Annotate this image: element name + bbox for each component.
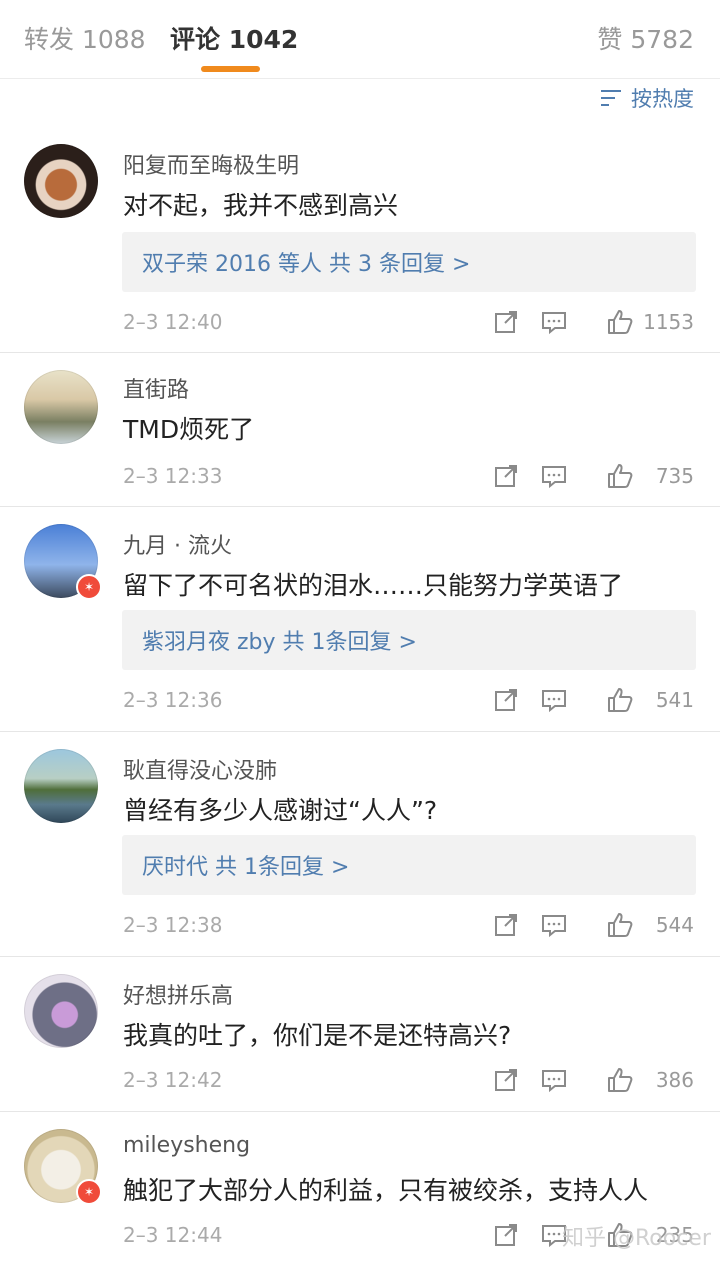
- comment-meta: 2–3 12:38 544: [123, 911, 694, 941]
- like-count: 544: [655, 913, 694, 937]
- comment-icon[interactable]: [540, 911, 568, 939]
- watermark-text: 知乎 @Roocer: [562, 1226, 711, 1251]
- share-icon[interactable]: [492, 686, 520, 714]
- thumbs-up-icon[interactable]: [606, 462, 634, 490]
- comment-author[interactable]: 耿直得没心没肺: [123, 753, 277, 785]
- share-icon[interactable]: [492, 308, 520, 336]
- reply-summary-text: 双子荣 2016 等人 共 3 条回复 >: [142, 252, 471, 277]
- comment-text: 对不起，我并不感到高兴: [123, 191, 399, 220]
- tab-repost[interactable]: 转发 1088: [24, 22, 146, 58]
- avatar[interactable]: [24, 749, 98, 823]
- avatar[interactable]: [24, 144, 98, 218]
- comment-text: 留下了不可名状的泪水……只能努力学英语了: [123, 571, 624, 600]
- comment-author[interactable]: 阳复而至晦极生明: [123, 148, 299, 180]
- comment-author[interactable]: 直街路: [123, 372, 189, 404]
- sort-icon: [601, 88, 623, 108]
- comment-item: 好想拼乐高 我真的吐了，你们是不是还特高兴? 2–3 12:42 386: [0, 956, 720, 1112]
- tab-bar: 转发 1088 评论 1042 赞 5782: [0, 0, 720, 79]
- tab-comment[interactable]: 评论 1042: [170, 22, 298, 58]
- like-count: 386: [655, 1068, 694, 1092]
- like-count: 735: [655, 464, 694, 488]
- share-icon[interactable]: [492, 911, 520, 939]
- comment-time: 2–3 12:40: [123, 310, 223, 334]
- comment-item: 直街路 TMD烦死了 2–3 12:33 735: [0, 352, 720, 507]
- thumbs-up-icon[interactable]: [606, 1066, 634, 1094]
- verified-badge: ✶: [76, 1179, 102, 1205]
- like-count: 1153: [643, 310, 694, 334]
- sort-label: 按热度: [631, 87, 694, 111]
- reply-summary-button[interactable]: 厌时代 共 1条回复 >: [122, 835, 696, 895]
- share-icon[interactable]: [492, 1221, 520, 1249]
- tab-like[interactable]: 赞 5782: [597, 22, 694, 58]
- comment-time: 2–3 12:42: [123, 1068, 223, 1092]
- thumbs-up-icon[interactable]: [606, 686, 634, 714]
- comment-text: 曾经有多少人感谢过“人人”?: [123, 796, 438, 825]
- reply-summary-text: 紫羽月夜 zby 共 1条回复 >: [142, 630, 417, 655]
- comment-time: 2–3 12:36: [123, 688, 223, 712]
- comment-meta: 2–3 12:33 735: [123, 462, 694, 492]
- sort-by-hot-button[interactable]: 按热度: [601, 84, 694, 112]
- comment-item: ✶ 九月 · 流火 留下了不可名状的泪水……只能努力学英语了 紫羽月夜 zby …: [0, 506, 720, 732]
- comment-time: 2–3 12:33: [123, 464, 223, 488]
- comment-time: 2–3 12:38: [123, 913, 223, 937]
- thumbs-up-icon[interactable]: [606, 308, 634, 336]
- comment-author[interactable]: 九月 · 流火: [123, 528, 232, 560]
- comment-icon[interactable]: [540, 686, 568, 714]
- like-count: 541: [655, 688, 694, 712]
- comment-time: 2–3 12:44: [123, 1223, 223, 1247]
- comment-item: 阳复而至晦极生明 对不起，我并不感到高兴 双子荣 2016 等人 共 3 条回复…: [0, 130, 720, 353]
- reply-summary-text: 厌时代 共 1条回复 >: [142, 855, 350, 880]
- thumbs-up-icon[interactable]: [606, 911, 634, 939]
- share-icon[interactable]: [492, 462, 520, 490]
- comment-icon[interactable]: [540, 1066, 568, 1094]
- comment-text: 触犯了大部分人的利益，只有被绞杀，支持人人: [123, 1176, 649, 1205]
- avatar[interactable]: [24, 370, 98, 444]
- active-tab-indicator: [201, 66, 260, 72]
- comment-meta: 2–3 12:40 1153: [123, 308, 694, 338]
- verified-badge: ✶: [76, 574, 102, 600]
- comment-item: 耿直得没心没肺 曾经有多少人感谢过“人人”? 厌时代 共 1条回复 > 2–3 …: [0, 731, 720, 957]
- comment-author[interactable]: 好想拼乐高: [123, 978, 233, 1010]
- reply-summary-button[interactable]: 双子荣 2016 等人 共 3 条回复 >: [122, 232, 696, 292]
- share-icon[interactable]: [492, 1066, 520, 1094]
- comment-icon[interactable]: [540, 462, 568, 490]
- comment-icon[interactable]: [540, 308, 568, 336]
- comment-text: 我真的吐了，你们是不是还特高兴?: [123, 1021, 512, 1050]
- comment-text: TMD烦死了: [123, 415, 255, 444]
- comment-meta: 2–3 12:36 541: [123, 686, 694, 716]
- comment-author[interactable]: mileysheng: [123, 1133, 250, 1158]
- avatar[interactable]: [24, 974, 98, 1048]
- reply-summary-button[interactable]: 紫羽月夜 zby 共 1条回复 >: [122, 610, 696, 670]
- comment-meta: 2–3 12:42 386: [123, 1066, 694, 1096]
